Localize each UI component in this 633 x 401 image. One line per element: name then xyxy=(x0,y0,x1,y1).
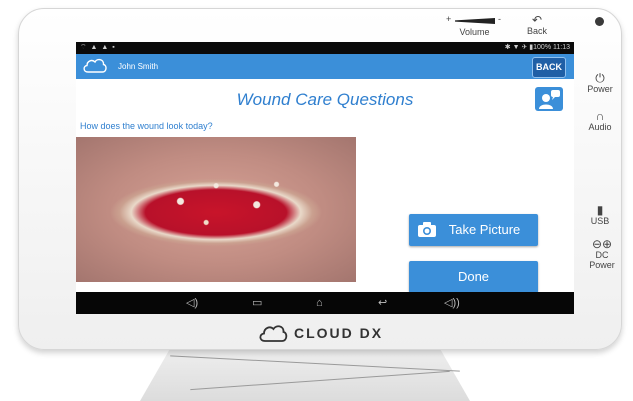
done-button[interactable]: Done xyxy=(409,261,538,293)
hardware-power-button[interactable]: ⏻ Power xyxy=(582,72,618,94)
recent-apps-icon[interactable]: ▭ xyxy=(252,296,262,310)
dc-power-icon: ⊖⊕ xyxy=(591,237,613,251)
home-icon[interactable]: ⌂ xyxy=(316,296,323,310)
volume-label: Volume xyxy=(459,27,490,37)
android-status-bar: ⌔ ▲ ▲ ▪ ✱ ▼ ✈ ▮100% 11:13 xyxy=(76,42,574,54)
take-picture-label: Take Picture xyxy=(448,222,521,237)
status-indicators: ✱ ▼ ✈ ▮100% 11:13 xyxy=(504,44,570,51)
android-nav-bar: ◁) ▭ ⌂ ↩ ◁)) xyxy=(76,292,574,314)
volume-up-icon[interactable]: ◁)) xyxy=(444,296,460,310)
cloud-logo-icon xyxy=(83,58,107,73)
back-button[interactable]: BACK xyxy=(532,57,566,78)
tablet-screen: ⌔ ▲ ▲ ▪ ✱ ▼ ✈ ▮100% 11:13 John Smith BAC… xyxy=(76,42,574,314)
hardware-back-button[interactable]: ↶ Back xyxy=(522,14,552,36)
back-label: Back xyxy=(526,26,547,36)
cloud-logo-icon xyxy=(259,325,288,342)
support-agent-icon xyxy=(539,90,560,109)
brand-name: CLOUD DX xyxy=(294,325,384,341)
dc-power-port: ⊖⊕ DC Power xyxy=(582,238,622,270)
user-name: John Smith xyxy=(118,62,159,71)
camera-icon xyxy=(418,222,436,237)
back-arrow-icon: ↶ xyxy=(531,13,543,27)
audio-label: Audio xyxy=(588,122,612,132)
usb-label: USB xyxy=(590,216,610,226)
power-icon: ⏻ xyxy=(595,71,605,85)
back-icon[interactable]: ↩ xyxy=(378,296,387,310)
power-label: Power xyxy=(587,84,613,94)
question-text: How does the wound look today? xyxy=(80,121,213,131)
audio-jack: ∩ Audio xyxy=(582,110,618,132)
front-camera xyxy=(595,17,604,26)
app-header: John Smith BACK xyxy=(76,54,574,79)
usb-port: ▮ USB xyxy=(582,204,618,226)
notification-icons: ⌔ ▲ ▲ ▪ xyxy=(80,44,116,51)
page-title: Wound Care Questions xyxy=(236,90,414,109)
main-content: Wound Care Questions How does the wound … xyxy=(76,79,574,293)
take-picture-button[interactable]: Take Picture xyxy=(409,214,538,246)
dc-power-label: DC Power xyxy=(589,250,615,270)
help-button[interactable] xyxy=(535,87,563,111)
volume-down-icon[interactable]: ◁) xyxy=(186,296,198,310)
headphones-icon: ∩ xyxy=(595,109,605,123)
volume-minus-label: - xyxy=(498,14,501,24)
usb-icon: ▮ xyxy=(596,203,604,217)
volume-plus-label: + xyxy=(446,14,452,24)
